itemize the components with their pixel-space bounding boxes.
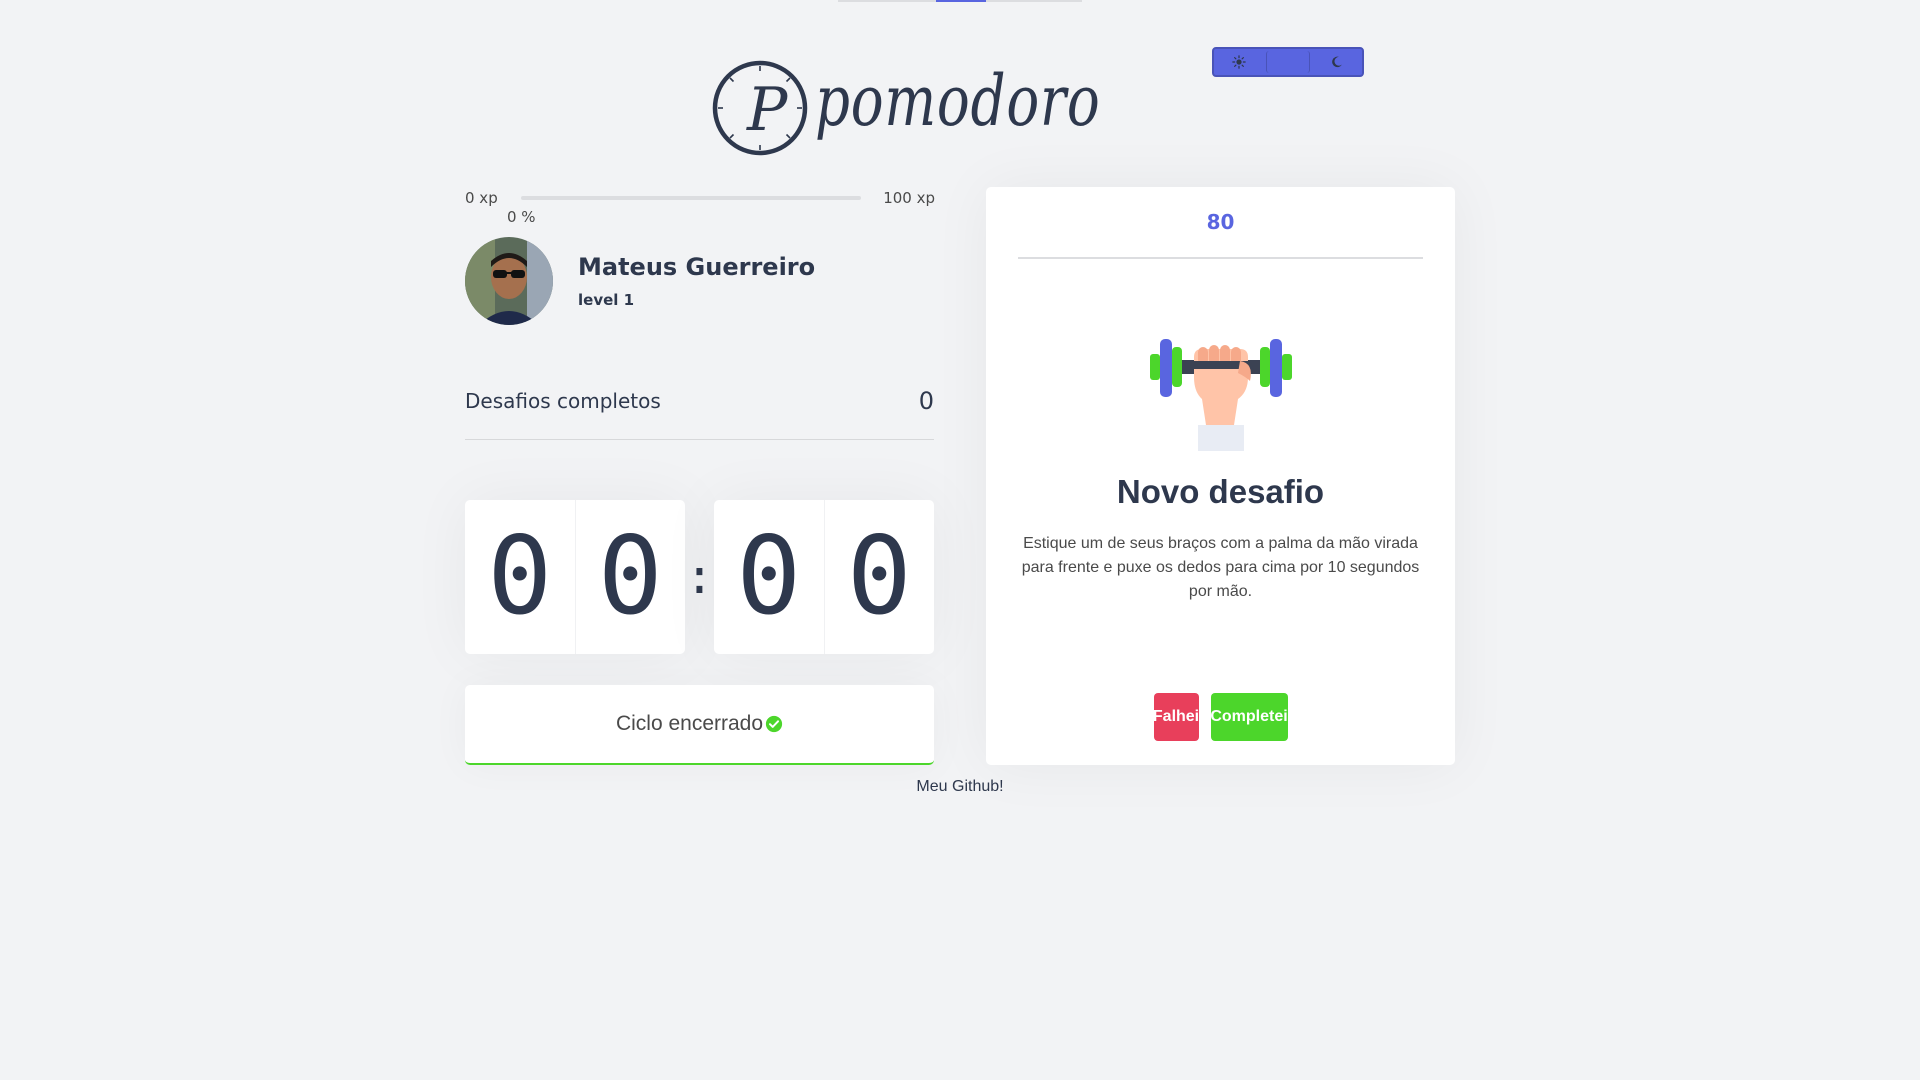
minutes-tens-digit: 0 [487, 514, 553, 639]
experience-max-label: 100 xp [883, 189, 935, 207]
experience-bar: 0 xp 100 xp [465, 186, 935, 210]
completed-challenges-count: 0 [918, 386, 934, 415]
avatar [465, 237, 553, 325]
left-column: 0 xp 100 xp 0 % Mateus Guerreiro level 1 [465, 186, 935, 765]
seconds-tens-digit: 0 [736, 514, 802, 639]
check-circle-icon [765, 715, 783, 733]
cycle-ended-button[interactable]: Ciclo encerrado [465, 685, 934, 765]
logo-wordmark: pomodoro [815, 60, 1101, 142]
complete-button[interactable]: Completei [1210, 693, 1288, 741]
profile: Mateus Guerreiro level 1 [465, 237, 815, 325]
challenge-card: 80 Novo desafio Estique um de seus braço… [986, 187, 1455, 765]
logo-letter: P [746, 75, 789, 145]
challenge-title: Novo desafio [1116, 473, 1325, 510]
dark-theme-option[interactable] [1315, 51, 1359, 73]
app-logo: P pomodoro [712, 60, 1100, 160]
theme-switch-knob[interactable] [1266, 51, 1310, 73]
theme-switch[interactable] [1212, 47, 1364, 77]
dumbbell-icon [1150, 339, 1292, 451]
github-link[interactable]: Meu Github! [0, 778, 1920, 796]
countdown-separator: : [685, 549, 714, 605]
experience-current-label: 0 % [507, 208, 536, 226]
challenge-xp-amount: 80 [1206, 210, 1235, 234]
minutes-ones-digit: 0 [574, 500, 686, 654]
light-theme-option[interactable] [1217, 51, 1261, 73]
fail-button[interactable]: Falhei [1153, 693, 1199, 741]
countdown: 0 0 : 0 0 [465, 500, 934, 654]
seconds-ones-digit: 0 [823, 500, 935, 654]
profile-name: Mateus Guerreiro [578, 253, 816, 281]
countdown-minutes: 0 0 [465, 500, 685, 654]
challenge-description: Estique um de seus braços com a palma da… [1021, 535, 1420, 600]
profile-level: level 1 [578, 291, 635, 309]
challenge-xp-header: 80 [1018, 187, 1423, 259]
sun-icon [1232, 55, 1246, 69]
completed-challenges-label: Desafios completos [465, 388, 661, 413]
completed-challenges: Desafios completos 0 [465, 382, 934, 440]
experience-track [521, 196, 861, 200]
challenge-actions: Falhei Completei [986, 693, 1455, 741]
moon-icon [1332, 56, 1343, 68]
cycle-ended-label: Ciclo encerrado [615, 712, 764, 735]
logo-clock-icon: P [712, 60, 808, 156]
top-tab-active-marker [936, 0, 986, 2]
experience-min-label: 0 xp [465, 189, 498, 207]
countdown-seconds: 0 0 [714, 500, 934, 654]
top-tab-indicator [838, 0, 1082, 2]
